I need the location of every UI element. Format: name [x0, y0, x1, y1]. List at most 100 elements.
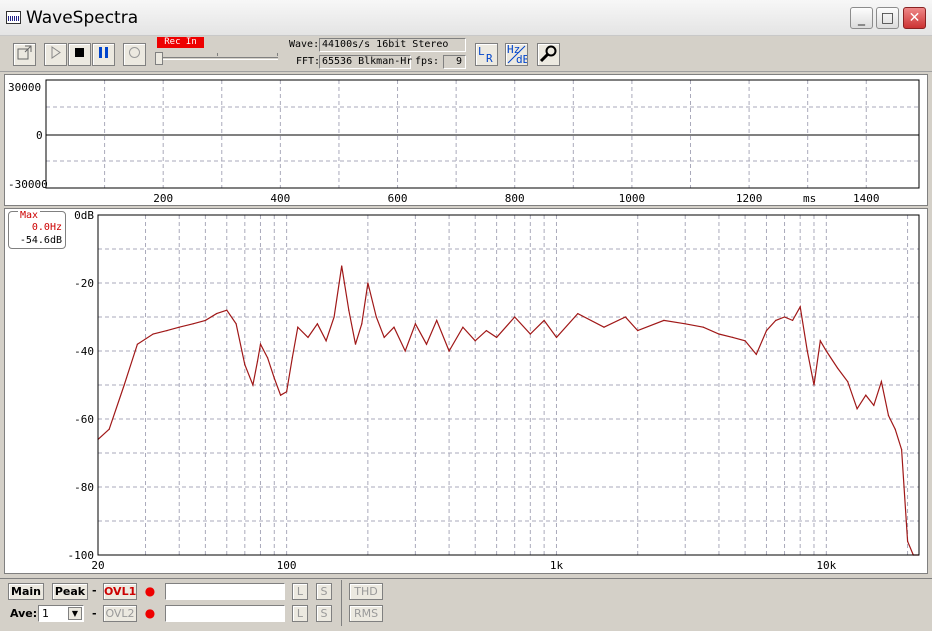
maximize-button[interactable]: □	[876, 7, 899, 29]
waveform-view[interactable]: 30000 0 -30000 200 400 600 800 1000 1200 1400 …	[5, 75, 929, 207]
wave-y-tick: -30000	[8, 178, 48, 191]
ovl1-s-button[interactable]: S	[316, 583, 332, 600]
ovl1-button[interactable]: OVL1	[103, 583, 137, 600]
stop-button[interactable]	[68, 43, 91, 66]
spectrum-point	[496, 336, 498, 338]
peak-button[interactable]: Peak	[52, 583, 88, 600]
spectrum-view[interactable]: 0dB -20 -40 -60 -80 -100 20 100 1k 10k	[5, 209, 929, 575]
separator-dash: -	[92, 607, 97, 620]
spectrum-point	[907, 540, 909, 542]
svg-text:R: R	[486, 52, 493, 65]
spectrum-point	[887, 415, 890, 417]
spectrum-point	[361, 323, 363, 325]
ovl1-field[interactable]	[165, 583, 285, 600]
ovl1-l-button[interactable]: L	[292, 583, 308, 600]
spectrum-point	[806, 350, 808, 352]
loop-button[interactable]	[123, 43, 146, 66]
spectrum-x-tick: 10k	[816, 559, 836, 572]
rms-button[interactable]: RMS	[349, 605, 383, 622]
spectrum-point	[273, 377, 275, 379]
slider-tick	[277, 53, 278, 56]
close-button[interactable]: ✕	[903, 7, 926, 29]
stop-icon	[75, 48, 84, 57]
spectrum-point	[462, 326, 464, 328]
title-bar	[0, 0, 932, 36]
average-select[interactable]: 1 ▼	[38, 605, 84, 622]
fft-settings-field: 65536 Blkman-Hr	[319, 55, 412, 69]
channel-lr-button[interactable]: LR	[475, 43, 498, 66]
wave-y-tick: 30000	[8, 81, 41, 94]
spectrum-point	[436, 319, 438, 321]
wave-x-tick: 1000	[619, 192, 646, 205]
spectrum-point	[514, 316, 516, 318]
spectrum-point	[637, 330, 639, 332]
ovl2-button[interactable]: OVL2	[103, 605, 137, 622]
spectrum-point	[383, 336, 385, 338]
spectrum-point	[775, 319, 777, 321]
spectrum-point	[825, 350, 827, 352]
spectrum-point	[152, 333, 154, 335]
hz-db-button[interactable]: Hz dB	[505, 43, 530, 66]
spectrum-point	[792, 319, 794, 321]
spectrum-point	[280, 394, 282, 396]
spectrum-point	[819, 340, 821, 342]
ovl2-l-button[interactable]: L	[292, 605, 308, 622]
spectrum-point	[765, 330, 768, 332]
spectrum-point	[873, 404, 875, 406]
wave-x-unit: ms	[803, 192, 816, 205]
fft-label: FFT:	[296, 56, 321, 67]
chevron-down-icon[interactable]: ▼	[68, 607, 82, 620]
spectrum-point	[813, 384, 815, 386]
spectrum-point	[252, 384, 254, 386]
spectrum-point	[108, 428, 110, 430]
wave-x-tick: 1400	[853, 192, 880, 205]
ovl2-field[interactable]	[165, 605, 285, 622]
spectrum-point	[744, 340, 746, 342]
spectrum-point	[880, 381, 883, 383]
wave-label: Wave:	[289, 39, 320, 50]
spectrum-point	[603, 326, 605, 328]
volume-slider-thumb[interactable]	[155, 52, 163, 65]
waveform-frame	[45, 79, 920, 189]
main-button[interactable]: Main	[8, 583, 44, 600]
spectrum-y-tick: 0dB	[74, 209, 94, 222]
loop-icon	[129, 47, 140, 58]
spectrum-point	[341, 265, 343, 267]
spectrum-point	[702, 326, 704, 328]
pause-button[interactable]	[92, 43, 115, 66]
settings-button[interactable]	[537, 43, 560, 66]
spectrum-point	[414, 323, 416, 325]
spectrum-point	[404, 350, 406, 352]
spectrum-point	[192, 323, 194, 325]
spectrum-x-tick: 20	[91, 559, 104, 572]
pause-icon	[99, 47, 108, 58]
spectrum-point	[448, 350, 450, 352]
spectrum-point	[166, 330, 168, 332]
spectrum-x-tick: 100	[277, 559, 297, 572]
spectrum-point	[529, 333, 531, 335]
spectrum-y-tick: -40	[74, 345, 94, 358]
slider-tick	[217, 53, 218, 56]
thd-button[interactable]: THD	[349, 583, 383, 600]
hz-db-icon: HzdB	[507, 43, 530, 66]
ovl2-s-button[interactable]: S	[316, 605, 332, 622]
ovl1-record-icon[interactable]: ●	[143, 583, 157, 599]
spectrum-point	[577, 313, 579, 315]
spectrum-point	[178, 326, 180, 328]
open-wave-button[interactable]	[13, 43, 36, 66]
channel-lr-icon: LR	[478, 45, 493, 65]
max-level: -54.6dB	[19, 235, 62, 246]
spectrum-point	[348, 309, 350, 311]
spectrum-point	[259, 343, 262, 345]
ovl2-record-icon[interactable]: ●	[143, 605, 157, 621]
wave-y-tick: 0	[36, 129, 43, 142]
minimize-button[interactable]: _	[850, 7, 873, 29]
average-label: Ave:	[10, 607, 38, 620]
spectrum-y-tick: -80	[74, 481, 94, 494]
svg-text:dB: dB	[516, 53, 527, 65]
spectrum-point	[333, 316, 335, 318]
spectrum-point	[894, 428, 896, 430]
volume-slider-track[interactable]	[157, 57, 278, 60]
play-button[interactable]	[44, 43, 67, 66]
spectrum-point	[425, 343, 428, 345]
